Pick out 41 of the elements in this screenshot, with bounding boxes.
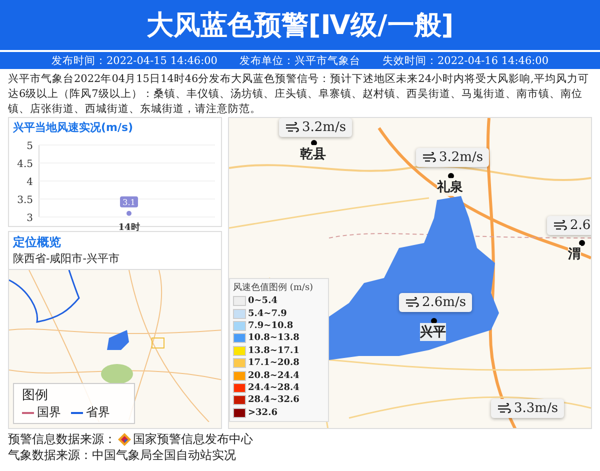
wind-reading: 2.6m/s (399, 293, 472, 312)
warning-title: 大风蓝色预警[Ⅳ级/一般] (146, 9, 454, 43)
warning-description: 兴平市气象台2022年04月15日14时46分发布大风蓝色预警信号：预计下述地区未来24小时内将受大风影响,平均风力可达6级以上（阵风7级以上）：桑镇、丰仪镇、汤坊镇、庄头镇、阜寨镇、赵村镇、西吴街道、马嵬街道、南市镇、南位镇、店张街道、西城街道、东城街道，请注意防范。 (8, 72, 590, 117)
legend-label: 国界 (37, 404, 61, 421)
legend-label: 10.8~13.8 (248, 333, 300, 344)
y-tick-label: 4 (26, 177, 33, 188)
source-label: 预警信息数据来源： (8, 430, 116, 448)
legend-title: 图例 (22, 387, 49, 404)
meta-text: 发布单位：兴平市气象台 (240, 54, 360, 68)
legend-label: 28.4~32.6 (248, 395, 300, 406)
legend-label: 13.8~17.1 (248, 346, 300, 356)
legend-label: 20.8~24.4 (248, 370, 300, 381)
legend-label: 24.4~28.4 (248, 382, 300, 393)
y-tick-label: 3 (26, 213, 33, 224)
legend-label: 5.4~7.9 (248, 308, 287, 319)
y-tick-label: 5 (26, 141, 33, 152)
city-name: 乾县 (300, 145, 326, 163)
legend-label: 7.9~10.8 (248, 320, 294, 331)
weather-source: 气象数据来源：中国气象局全国自动站实况 (8, 447, 237, 463)
data-label: 3.1 (122, 198, 136, 207)
legend-label: >32.6 (248, 408, 278, 418)
panel-title: 定位概览 (12, 234, 62, 251)
city-name: 渭 (568, 245, 581, 263)
y-tick-label: 3.5 (17, 195, 33, 206)
wind-reading: 3.3m/s (491, 399, 564, 418)
legend-title: 风速色值图例 (m/s) (233, 282, 314, 294)
x-tick-label: 14时 (118, 222, 140, 233)
wind-reading: 3.2m/s (279, 118, 352, 137)
wind-reading: 3.2m/s (416, 148, 490, 167)
legend-label: 0~5.4 (248, 296, 278, 306)
legend-label: 17.1~20.8 (248, 358, 300, 368)
wind-speed-chart: 3 3.5 4 4.5 5 14时 3.1 (9, 135, 215, 233)
meta-text: 发布时间：2022-04-15 14:46:00 (51, 54, 218, 68)
source-name: 国家预警信息发布中心 (133, 430, 253, 448)
panel-title: 兴平当地风速实况(m/s) (12, 120, 134, 135)
city-name: 礼泉 (437, 178, 463, 196)
meta-text: 失效时间：2022-04-16 14:46:00 (382, 54, 549, 68)
y-tick-label: 4.5 (17, 159, 33, 170)
wind-reading: 2.6 (547, 216, 591, 235)
city-name: 兴平 (420, 323, 446, 341)
legend-label: 省界 (86, 404, 110, 421)
